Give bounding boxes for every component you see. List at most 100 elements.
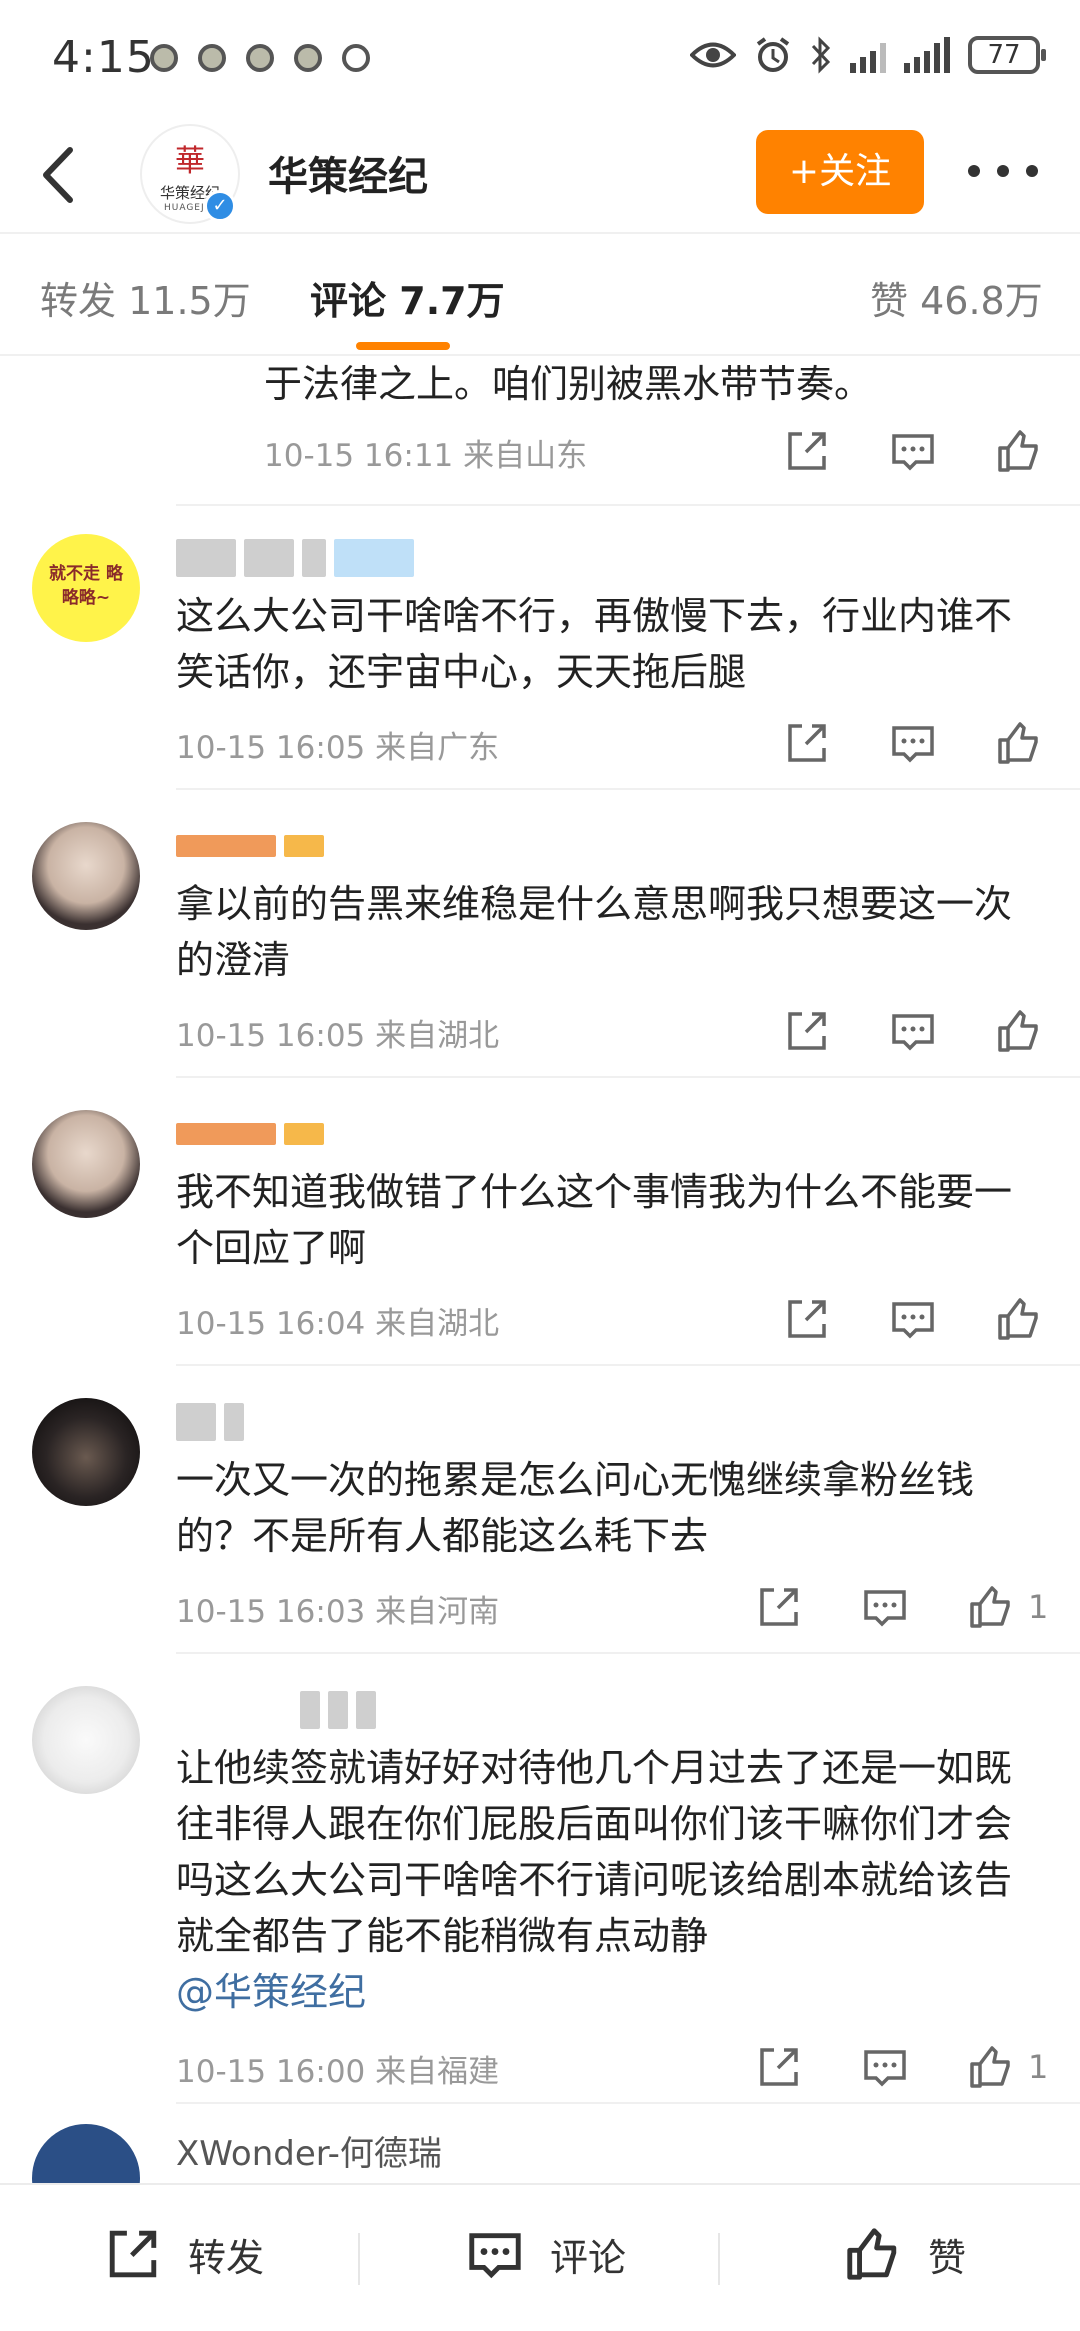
divider: [358, 2233, 360, 2285]
blurred-name: [284, 835, 324, 857]
user-avatar[interactable]: [32, 2124, 140, 2183]
user-name[interactable]: [176, 824, 324, 868]
comment-item: 拿以前的告黑来维稳是什么意思啊我只想要这一次的澄清 10-15 16:05 来自…: [0, 808, 1080, 1096]
status-indicators: 77: [690, 36, 1046, 74]
avatar-text: 就不走 略略略~: [49, 564, 123, 608]
share-icon[interactable]: [752, 2040, 806, 2094]
comment-icon[interactable]: [886, 1292, 940, 1346]
comment-time: 10-15 16:03: [176, 1594, 366, 1630]
user-name[interactable]: [176, 1400, 244, 1444]
comment-actions: [780, 424, 1046, 478]
notification-icon: [294, 44, 322, 72]
logo-mark: 華: [175, 144, 205, 179]
active-tab-indicator: [356, 342, 450, 350]
account-name[interactable]: 华策经纪: [268, 144, 428, 202]
comment-label: 评论: [550, 2235, 627, 2280]
user-name[interactable]: XWonder-何德瑞: [176, 2128, 442, 2174]
user-name[interactable]: [300, 1688, 376, 1732]
comment-actions: [780, 1004, 1046, 1058]
comment-time: 10-15 16:11: [264, 438, 454, 474]
share-icon[interactable]: [752, 1580, 806, 1634]
comment-location: 来自湖北: [375, 1018, 500, 1054]
comment-button[interactable]: 评论: [462, 2221, 626, 2287]
tab-likes[interactable]: 赞 46.8万: [870, 270, 1043, 325]
like-icon[interactable]: [964, 1580, 1018, 1634]
like-icon[interactable]: [964, 2040, 1018, 2094]
comment-text: 让他续签就请好好对待他几个月过去了还是一如既往非得人跟在你们屁股后面叫你们该干嘛…: [176, 1740, 1036, 2020]
comment-item: 让他续签就请好好对待他几个月过去了还是一如既往非得人跟在你们屁股后面叫你们该干嘛…: [0, 1672, 1080, 2104]
comment-time: 10-15 16:00: [176, 2054, 366, 2090]
tab-repost[interactable]: 转发 11.5万: [40, 270, 251, 325]
comment-icon[interactable]: [886, 716, 940, 770]
tab-count: 46.8万: [920, 279, 1043, 323]
like-icon: [847, 2228, 897, 2280]
notification-icon: [342, 44, 370, 72]
user-avatar[interactable]: 就不走 略略略~: [32, 534, 140, 642]
user-avatar[interactable]: [32, 1398, 140, 1506]
comment-text: 我不知道我做错了什么这个事情我为什么不能要一个回应了啊: [176, 1170, 1013, 1270]
more-options-icon[interactable]: [968, 156, 1038, 186]
share-icon[interactable]: [780, 424, 834, 478]
user-avatar[interactable]: [32, 1110, 140, 1218]
comment-actions: [780, 716, 1046, 770]
comment-location: 来自河南: [375, 1594, 500, 1630]
comment-time: 10-15 16:05: [176, 730, 366, 766]
like-icon[interactable]: [992, 1292, 1046, 1346]
divider: [176, 788, 1080, 790]
notification-icon: [150, 44, 178, 72]
eye-icon: [690, 42, 736, 68]
share-icon: [109, 2230, 157, 2278]
comment-body: 让他续签就请好好对待他几个月过去了还是一如既往非得人跟在你们屁股后面叫你们该干嘛…: [176, 1746, 1013, 1958]
comment-meta: 10-15 16:00 来自福建: [176, 2046, 499, 2091]
user-name[interactable]: [176, 1112, 324, 1156]
tab-label: 赞: [870, 279, 909, 323]
bottom-action-bar: 转发 评论 赞: [0, 2183, 1080, 2331]
comment-meta: 10-15 16:05 来自广东: [176, 722, 499, 767]
share-icon[interactable]: [780, 1004, 834, 1058]
comment-icon[interactable]: [858, 1580, 912, 1634]
like-icon[interactable]: [992, 424, 1046, 478]
comment-meta: 10-15 16:03 来自河南: [176, 1586, 499, 1631]
like-icon[interactable]: [992, 1004, 1046, 1058]
repost-button[interactable]: 转发: [100, 2221, 264, 2287]
tab-bar: 转发 11.5万 评论 7.7万 赞 46.8万: [0, 232, 1080, 356]
user-avatar[interactable]: [32, 1686, 140, 1794]
share-icon[interactable]: [780, 716, 834, 770]
tab-count: 7.7万: [399, 279, 505, 323]
comment-meta: 10-15 16:04 来自湖北: [176, 1298, 499, 1343]
comment-text: 一次又一次的拖累是怎么问心无愧继续拿粉丝钱的？不是所有人都能这么耗下去: [176, 1458, 975, 1558]
blurred-name: [284, 1123, 324, 1145]
user-avatar[interactable]: [32, 822, 140, 930]
blurred-name: [328, 1691, 348, 1729]
comment-icon[interactable]: [886, 424, 940, 478]
comment-time: 10-15 16:05: [176, 1018, 366, 1054]
comment-actions: 1: [752, 2040, 1048, 2094]
comment-time: 10-15 16:04: [176, 1306, 366, 1342]
share-icon[interactable]: [780, 1292, 834, 1346]
follow-button[interactable]: +关注: [756, 130, 924, 214]
comment-text: 拿以前的告黑来维稳是什么意思啊我只想要这一次的澄清: [176, 882, 1013, 982]
bluetooth-icon: [811, 36, 831, 74]
blurred-name: [224, 1403, 244, 1441]
like-button[interactable]: 赞: [840, 2221, 966, 2287]
notification-icons: [150, 44, 370, 72]
comment-actions: [780, 1292, 1046, 1346]
mention-link[interactable]: @华策经纪: [176, 1970, 366, 2014]
blurred-name: [300, 1691, 320, 1729]
comment-location: 来自福建: [375, 2054, 500, 2090]
status-bar: 4:15 77: [0, 0, 1080, 120]
tab-comments[interactable]: 评论 7.7万: [310, 270, 505, 325]
tab-label: 转发: [40, 279, 117, 323]
comment-icon[interactable]: [886, 1004, 940, 1058]
comment-icon[interactable]: [858, 2040, 912, 2094]
comment-location: 来自湖北: [375, 1306, 500, 1342]
signal-icon: [850, 37, 886, 73]
like-icon[interactable]: [992, 716, 1046, 770]
divider: [176, 1364, 1080, 1366]
comment-location: 来自广东: [375, 730, 500, 766]
divider: [176, 1076, 1080, 1078]
battery-icon: 77: [968, 36, 1046, 74]
comment-item: 我不知道我做错了什么这个事情我为什么不能要一个回应了啊 10-15 16:04 …: [0, 1096, 1080, 1384]
back-arrow-icon[interactable]: [30, 140, 86, 210]
user-name[interactable]: [176, 536, 414, 580]
